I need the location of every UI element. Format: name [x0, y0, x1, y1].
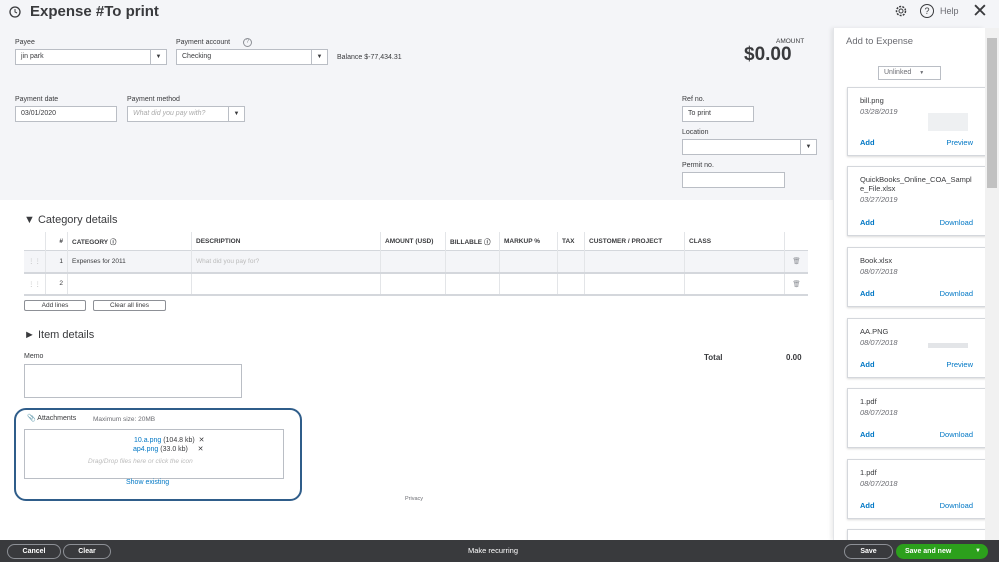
footer-bar: Cancel Clear Make recurring Save Save an… [0, 540, 999, 562]
payee-label: Payee [15, 39, 35, 46]
page-title: Expense #To print [30, 3, 159, 20]
attachment-dropzone[interactable]: 10.a.png (104.8 kb) ✕ ap4.png (33.0 kb) … [24, 429, 284, 479]
cancel-button[interactable]: Cancel [7, 544, 61, 559]
panel-title: Add to Expense [846, 36, 914, 47]
help-icon[interactable]: ⓘ [484, 239, 491, 246]
chevron-down-icon: ▼ [228, 107, 244, 121]
category-table: # CATEGORY ⓘ DESCRIPTION AMOUNT (USD) BI… [24, 232, 808, 296]
clear-button[interactable]: Clear [63, 544, 111, 559]
amount-value: $0.00 [744, 44, 792, 65]
make-recurring-link[interactable]: Make recurring [468, 546, 518, 555]
total-label: Total [704, 353, 723, 362]
total-value: 0.00 [786, 353, 802, 362]
filter-select[interactable]: Unlinked ▼ [878, 66, 941, 80]
add-lines-button[interactable]: Add lines [24, 300, 86, 311]
location-select[interactable]: ▼ [682, 139, 817, 155]
ref-no-label: Ref no. [682, 96, 705, 103]
thumbnail [928, 113, 968, 131]
clear-all-lines-button[interactable]: Clear all lines [93, 300, 166, 311]
help-icon[interactable]: ? [243, 38, 252, 47]
drag-handle-icon[interactable]: ⋮⋮ [24, 250, 46, 273]
permit-no-label: Permit no. [682, 162, 714, 169]
scrollbar-thumb[interactable] [987, 38, 997, 188]
drag-handle-icon[interactable]: ⋮⋮ [24, 272, 46, 295]
attachment-file: 10.a.png (104.8 kb) ✕ [134, 437, 205, 444]
permit-no-input[interactable] [682, 172, 785, 188]
remove-icon[interactable]: ✕ [198, 446, 204, 453]
category-details-toggle[interactable]: ▼ Category details [24, 214, 117, 226]
chevron-down-icon: ▼ [919, 70, 925, 76]
attachment-card: 1.pdf 08/07/2018 Add Download [847, 459, 986, 519]
payment-account-select[interactable]: Checking ▼ [176, 49, 328, 65]
attachment-file: ap4.png (33.0 kb) ✕ [133, 446, 204, 453]
table-row[interactable]: ⋮⋮ 2 🗑 [24, 272, 809, 295]
location-label: Location [682, 129, 709, 136]
ref-no-input[interactable]: To print [682, 106, 754, 122]
max-size: Maximum size: 20MB [93, 416, 156, 423]
payee-select[interactable]: jin park ▼ [15, 49, 167, 65]
payment-method-label: Payment method [127, 96, 180, 103]
help-icon[interactable]: ⓘ [110, 239, 117, 246]
table-row[interactable]: ⋮⋮ 1 Expenses for 2011 What did you pay … [24, 250, 809, 273]
attachment-card: AA.PNG 08/07/2018 Add Preview [847, 318, 986, 378]
memo-textarea[interactable] [24, 364, 242, 398]
history-icon[interactable] [8, 5, 22, 19]
balance: Balance $-77,434.31 [337, 54, 402, 61]
save-button[interactable]: Save [844, 544, 893, 559]
chevron-down-icon[interactable]: ▼ [975, 545, 981, 558]
trash-icon[interactable]: 🗑 [785, 273, 809, 295]
caret-right-icon: ► [24, 329, 35, 341]
payment-method-select[interactable]: What did you pay with? ▼ [127, 106, 245, 122]
form-header-area [0, 0, 833, 200]
close-icon[interactable]: ✕ [972, 0, 988, 23]
payment-date-input[interactable]: 03/01/2020 [15, 106, 117, 122]
item-details-toggle[interactable]: ► Item details [24, 329, 94, 341]
thumbnail [928, 343, 968, 348]
help-icon[interactable]: ? [920, 4, 934, 18]
scrollbar[interactable] [985, 28, 999, 540]
trash-icon[interactable]: 🗑 [785, 251, 809, 273]
payment-date-label: Payment date [15, 96, 59, 103]
add-to-expense-panel: Add to Expense Unlinked ▼ bill.png 03/28/… [833, 28, 986, 549]
attachment-card: QuickBooks_Online_COA_Sample_File.xlsx 03… [847, 166, 986, 236]
show-existing-link[interactable]: Show existing [126, 479, 169, 486]
chevron-down-icon: ▼ [800, 140, 816, 154]
attachments-label: 📎 Attachments [27, 415, 77, 422]
attachment-card: 1.pdf 08/07/2018 Add Download [847, 388, 986, 448]
chevron-down-icon: ▼ [150, 50, 166, 64]
privacy-link[interactable]: Privacy [405, 496, 423, 502]
payment-account-label: Payment account [176, 39, 231, 46]
chevron-down-icon: ▼ [311, 50, 327, 64]
attachment-card: Book.xlsx 08/07/2018 Add Download [847, 247, 986, 307]
caret-down-icon: ▼ [24, 214, 35, 226]
gear-icon[interactable] [894, 4, 908, 18]
help-link[interactable]: Help [940, 6, 959, 16]
save-and-new-button[interactable]: Save and new ▼ [896, 544, 988, 559]
paperclip-icon[interactable]: 📎 [27, 415, 36, 422]
attachment-card: bill.png 03/28/2019 Add Preview [847, 87, 986, 156]
remove-icon[interactable]: ✕ [199, 437, 205, 444]
memo-label: Memo [24, 353, 44, 360]
